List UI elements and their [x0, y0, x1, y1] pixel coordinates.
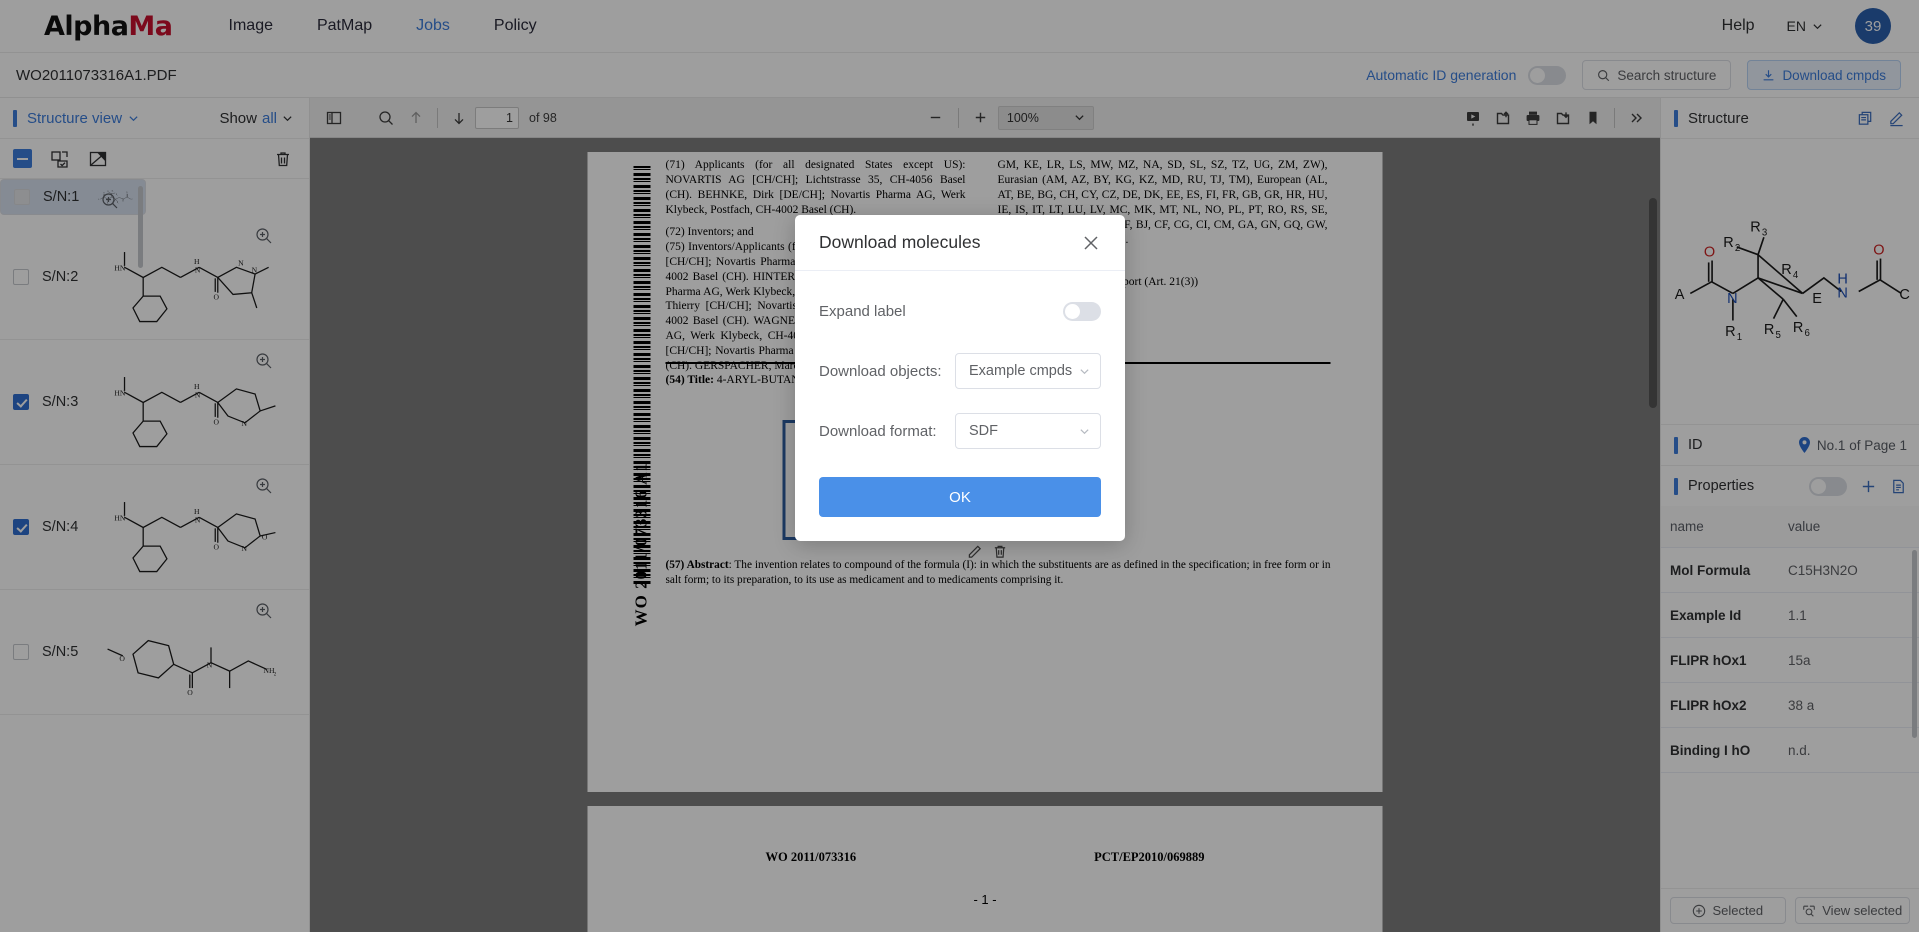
expand-label-toggle[interactable]: [1063, 301, 1101, 321]
download-objects-value: Example cmpds: [969, 363, 1073, 379]
dialog-body: Expand label Download objects: Example c…: [795, 271, 1125, 541]
download-objects-row: Download objects: Example cmpds: [819, 353, 1101, 389]
download-format-label: Download format:: [819, 422, 937, 440]
expand-label-control: [1063, 301, 1101, 321]
dialog-header: Download molecules: [795, 215, 1125, 271]
download-format-control: SDF: [955, 413, 1101, 449]
expand-label-text: Expand label: [819, 302, 906, 320]
download-molecules-dialog: Download molecules Expand label Download…: [795, 215, 1125, 541]
chevron-down-icon: [1080, 428, 1089, 434]
download-format-value: SDF: [969, 423, 998, 439]
download-format-row: Download format: SDF: [819, 413, 1101, 449]
application-root: AlphaMa Image PatMap Jobs Policy Help EN…: [0, 0, 1919, 932]
download-objects-label: Download objects:: [819, 362, 942, 380]
dialog-title: Download molecules: [819, 232, 981, 252]
ok-button[interactable]: OK: [819, 477, 1101, 517]
expand-label-row: Expand label: [819, 293, 1101, 329]
close-icon[interactable]: [1081, 233, 1101, 253]
chevron-down-icon: [1080, 368, 1089, 374]
download-format-select[interactable]: SDF: [955, 413, 1101, 449]
download-objects-control: Example cmpds: [955, 353, 1101, 389]
download-objects-select[interactable]: Example cmpds: [955, 353, 1101, 389]
